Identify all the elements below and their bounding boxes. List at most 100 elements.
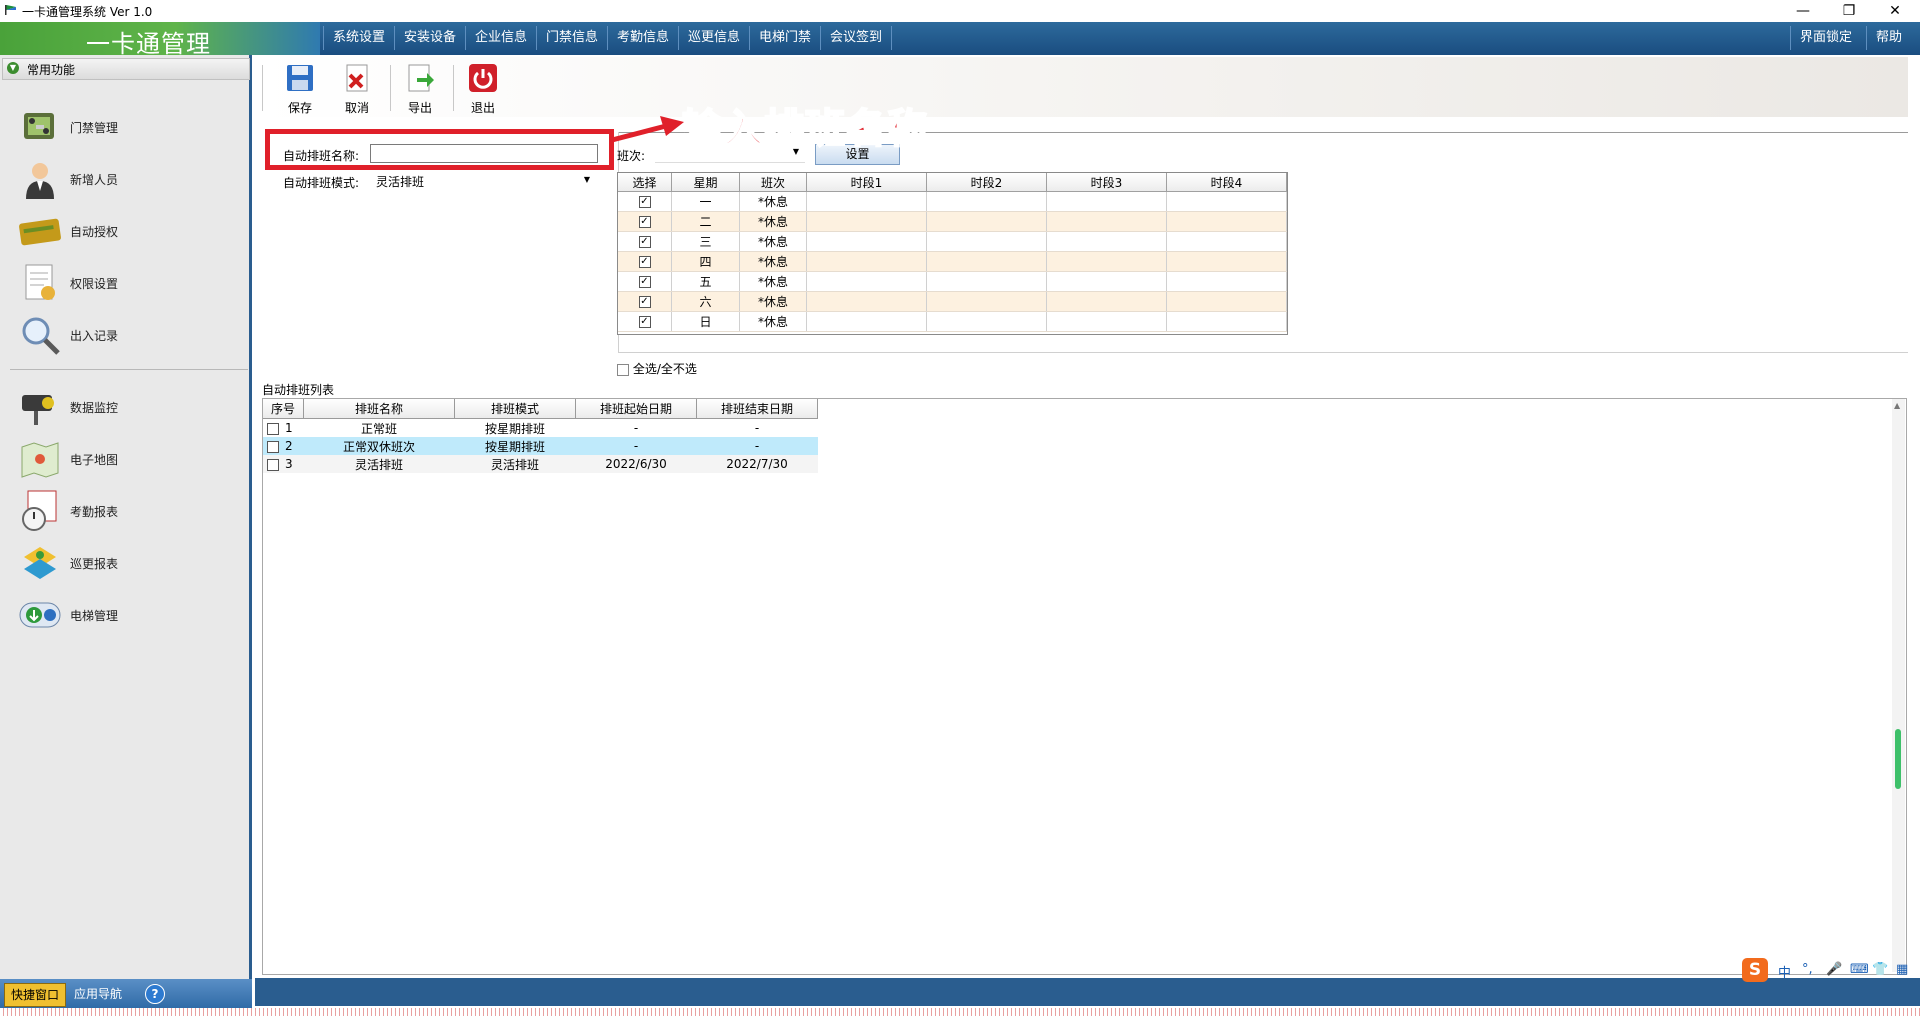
row-checkbox[interactable]: ✓: [638, 256, 651, 268]
period-cell[interactable]: [1166, 311, 1287, 332]
restore-button[interactable]: ❐: [1826, 0, 1872, 22]
grid-header-weekday[interactable]: 星期: [671, 173, 740, 192]
tab-quick-window[interactable]: 快捷窗口: [4, 983, 67, 1007]
grid-row[interactable]: ✓ 五 *休息: [618, 271, 1287, 292]
sidebar-section-header[interactable]: ▼ 常用功能: [2, 58, 250, 80]
period-cell[interactable]: [926, 231, 1047, 252]
shift-cell[interactable]: *休息: [739, 211, 807, 232]
grid-row[interactable]: ✓ 一 *休息: [618, 191, 1287, 212]
row-checkbox[interactable]: [267, 422, 279, 435]
sidebar-item-data-monitoring[interactable]: 数据监控: [18, 385, 238, 429]
select-all-checkbox[interactable]: 全选/全不选: [617, 360, 697, 377]
microphone-icon[interactable]: 🎤: [1826, 962, 1842, 977]
shift-cell[interactable]: *休息: [739, 291, 807, 312]
period-cell[interactable]: [926, 291, 1047, 312]
period-cell[interactable]: [926, 211, 1047, 232]
menu-lock-screen[interactable]: 界面锁定: [1790, 26, 1861, 50]
period-cell[interactable]: [1166, 291, 1287, 312]
period-cell[interactable]: [1166, 271, 1287, 292]
table-row[interactable]: 3 灵活排班 灵活排班 2022/6/30 2022/7/30: [263, 455, 818, 473]
sidebar-item-attendance-report[interactable]: 考勤报表: [18, 489, 238, 533]
period-cell[interactable]: [1046, 211, 1167, 232]
list-header-start-date[interactable]: 排班起始日期: [575, 399, 697, 419]
skin-icon[interactable]: 👕: [1872, 962, 1888, 977]
export-button[interactable]: 导出: [395, 63, 445, 117]
period-cell[interactable]: [1046, 251, 1167, 272]
grid-row[interactable]: ✓ 四 *休息: [618, 251, 1287, 272]
list-header-name[interactable]: 排班名称: [303, 399, 455, 419]
sidebar-item-auto-authorize[interactable]: 自动授权: [18, 209, 238, 253]
sidebar-item-elevator-management[interactable]: 电梯管理: [18, 593, 238, 637]
period-cell[interactable]: [926, 191, 1047, 212]
sidebar-item-add-person[interactable]: 新增人员: [18, 157, 238, 201]
table-row[interactable]: 2 正常双休班次 按星期排班 - -: [263, 437, 818, 455]
shift-cell[interactable]: *休息: [739, 251, 807, 272]
exit-button[interactable]: 退出: [458, 63, 508, 117]
grid-header-shift[interactable]: 班次: [739, 173, 807, 192]
row-checkbox[interactable]: ✓: [638, 316, 651, 328]
period-cell[interactable]: [806, 251, 927, 272]
grid-header-period1[interactable]: 时段1: [806, 173, 927, 192]
menu-install-device[interactable]: 安装设备: [394, 26, 465, 50]
row-checkbox[interactable]: ✓: [638, 196, 651, 208]
ime-punctuation-toggle[interactable]: °,: [1802, 962, 1813, 977]
row-checkbox[interactable]: ✓: [638, 216, 651, 228]
menu-meeting-checkin[interactable]: 会议签到: [820, 26, 893, 50]
period-cell[interactable]: [806, 311, 927, 332]
period-cell[interactable]: [1046, 231, 1167, 252]
list-header-end-date[interactable]: 排班结束日期: [696, 399, 818, 419]
menu-company-info[interactable]: 企业信息: [465, 26, 536, 50]
menu-patrol-info[interactable]: 巡更信息: [678, 26, 749, 50]
period-cell[interactable]: [806, 191, 927, 212]
ime-language-toggle[interactable]: 中: [1778, 962, 1791, 981]
toolbox-grid-icon[interactable]: ▦: [1896, 962, 1908, 977]
period-cell[interactable]: [806, 291, 927, 312]
grid-header-select[interactable]: 选择: [618, 173, 672, 192]
row-checkbox[interactable]: ✓: [638, 276, 651, 288]
period-cell[interactable]: [806, 231, 927, 252]
select-all-box[interactable]: [617, 363, 629, 376]
list-vertical-scrollbar[interactable]: ▲: [1892, 399, 1905, 972]
keyboard-icon[interactable]: ⌨: [1850, 962, 1869, 977]
period-cell[interactable]: [926, 251, 1047, 272]
period-cell[interactable]: [806, 211, 927, 232]
period-cell[interactable]: [1166, 191, 1287, 212]
grid-row[interactable]: ✓ 日 *休息: [618, 311, 1287, 332]
sidebar-item-permission-settings[interactable]: 权限设置: [18, 261, 238, 305]
grid-header-period4[interactable]: 时段4: [1166, 173, 1287, 192]
shift-cell[interactable]: *休息: [739, 191, 807, 212]
save-button[interactable]: 保存: [275, 63, 325, 117]
period-cell[interactable]: [1166, 231, 1287, 252]
period-cell[interactable]: [1166, 251, 1287, 272]
scroll-up-icon[interactable]: ▲: [1894, 401, 1900, 410]
period-cell[interactable]: [1046, 291, 1167, 312]
period-cell[interactable]: [806, 271, 927, 292]
menu-system-settings[interactable]: 系统设置: [323, 26, 394, 50]
period-cell[interactable]: [1046, 191, 1167, 212]
collapse-icon[interactable]: ▼: [7, 62, 19, 74]
cancel-button[interactable]: 取消: [332, 63, 382, 117]
ime-logo-icon[interactable]: S: [1742, 958, 1768, 982]
row-checkbox[interactable]: ✓: [638, 236, 651, 248]
grid-header-period3[interactable]: 时段3: [1046, 173, 1167, 192]
list-header-no[interactable]: 序号: [263, 399, 304, 419]
grid-row[interactable]: ✓ 六 *休息: [618, 291, 1287, 312]
period-cell[interactable]: [1166, 211, 1287, 232]
shift-cell[interactable]: *休息: [739, 311, 807, 332]
grid-header-period2[interactable]: 时段2: [926, 173, 1047, 192]
table-row[interactable]: 1 正常班 按星期排班 - -: [263, 419, 818, 438]
grid-row[interactable]: ✓ 二 *休息: [618, 211, 1287, 232]
sidebar-item-electronic-map[interactable]: 电子地图: [18, 437, 238, 481]
minimize-button[interactable]: —: [1780, 0, 1826, 22]
row-checkbox[interactable]: [267, 440, 279, 453]
row-checkbox[interactable]: ✓: [638, 296, 651, 308]
tab-app-navigation[interactable]: 应用导航: [68, 983, 128, 1005]
menu-attendance-info[interactable]: 考勤信息: [607, 26, 678, 50]
period-cell[interactable]: [1046, 311, 1167, 332]
period-cell[interactable]: [1046, 271, 1167, 292]
period-cell[interactable]: [926, 311, 1047, 332]
menu-elevator-access[interactable]: 电梯门禁: [749, 26, 820, 50]
menu-help[interactable]: 帮助: [1866, 26, 1911, 50]
tab-help[interactable]: ?: [140, 983, 168, 1005]
shift-cell[interactable]: *休息: [739, 231, 807, 252]
